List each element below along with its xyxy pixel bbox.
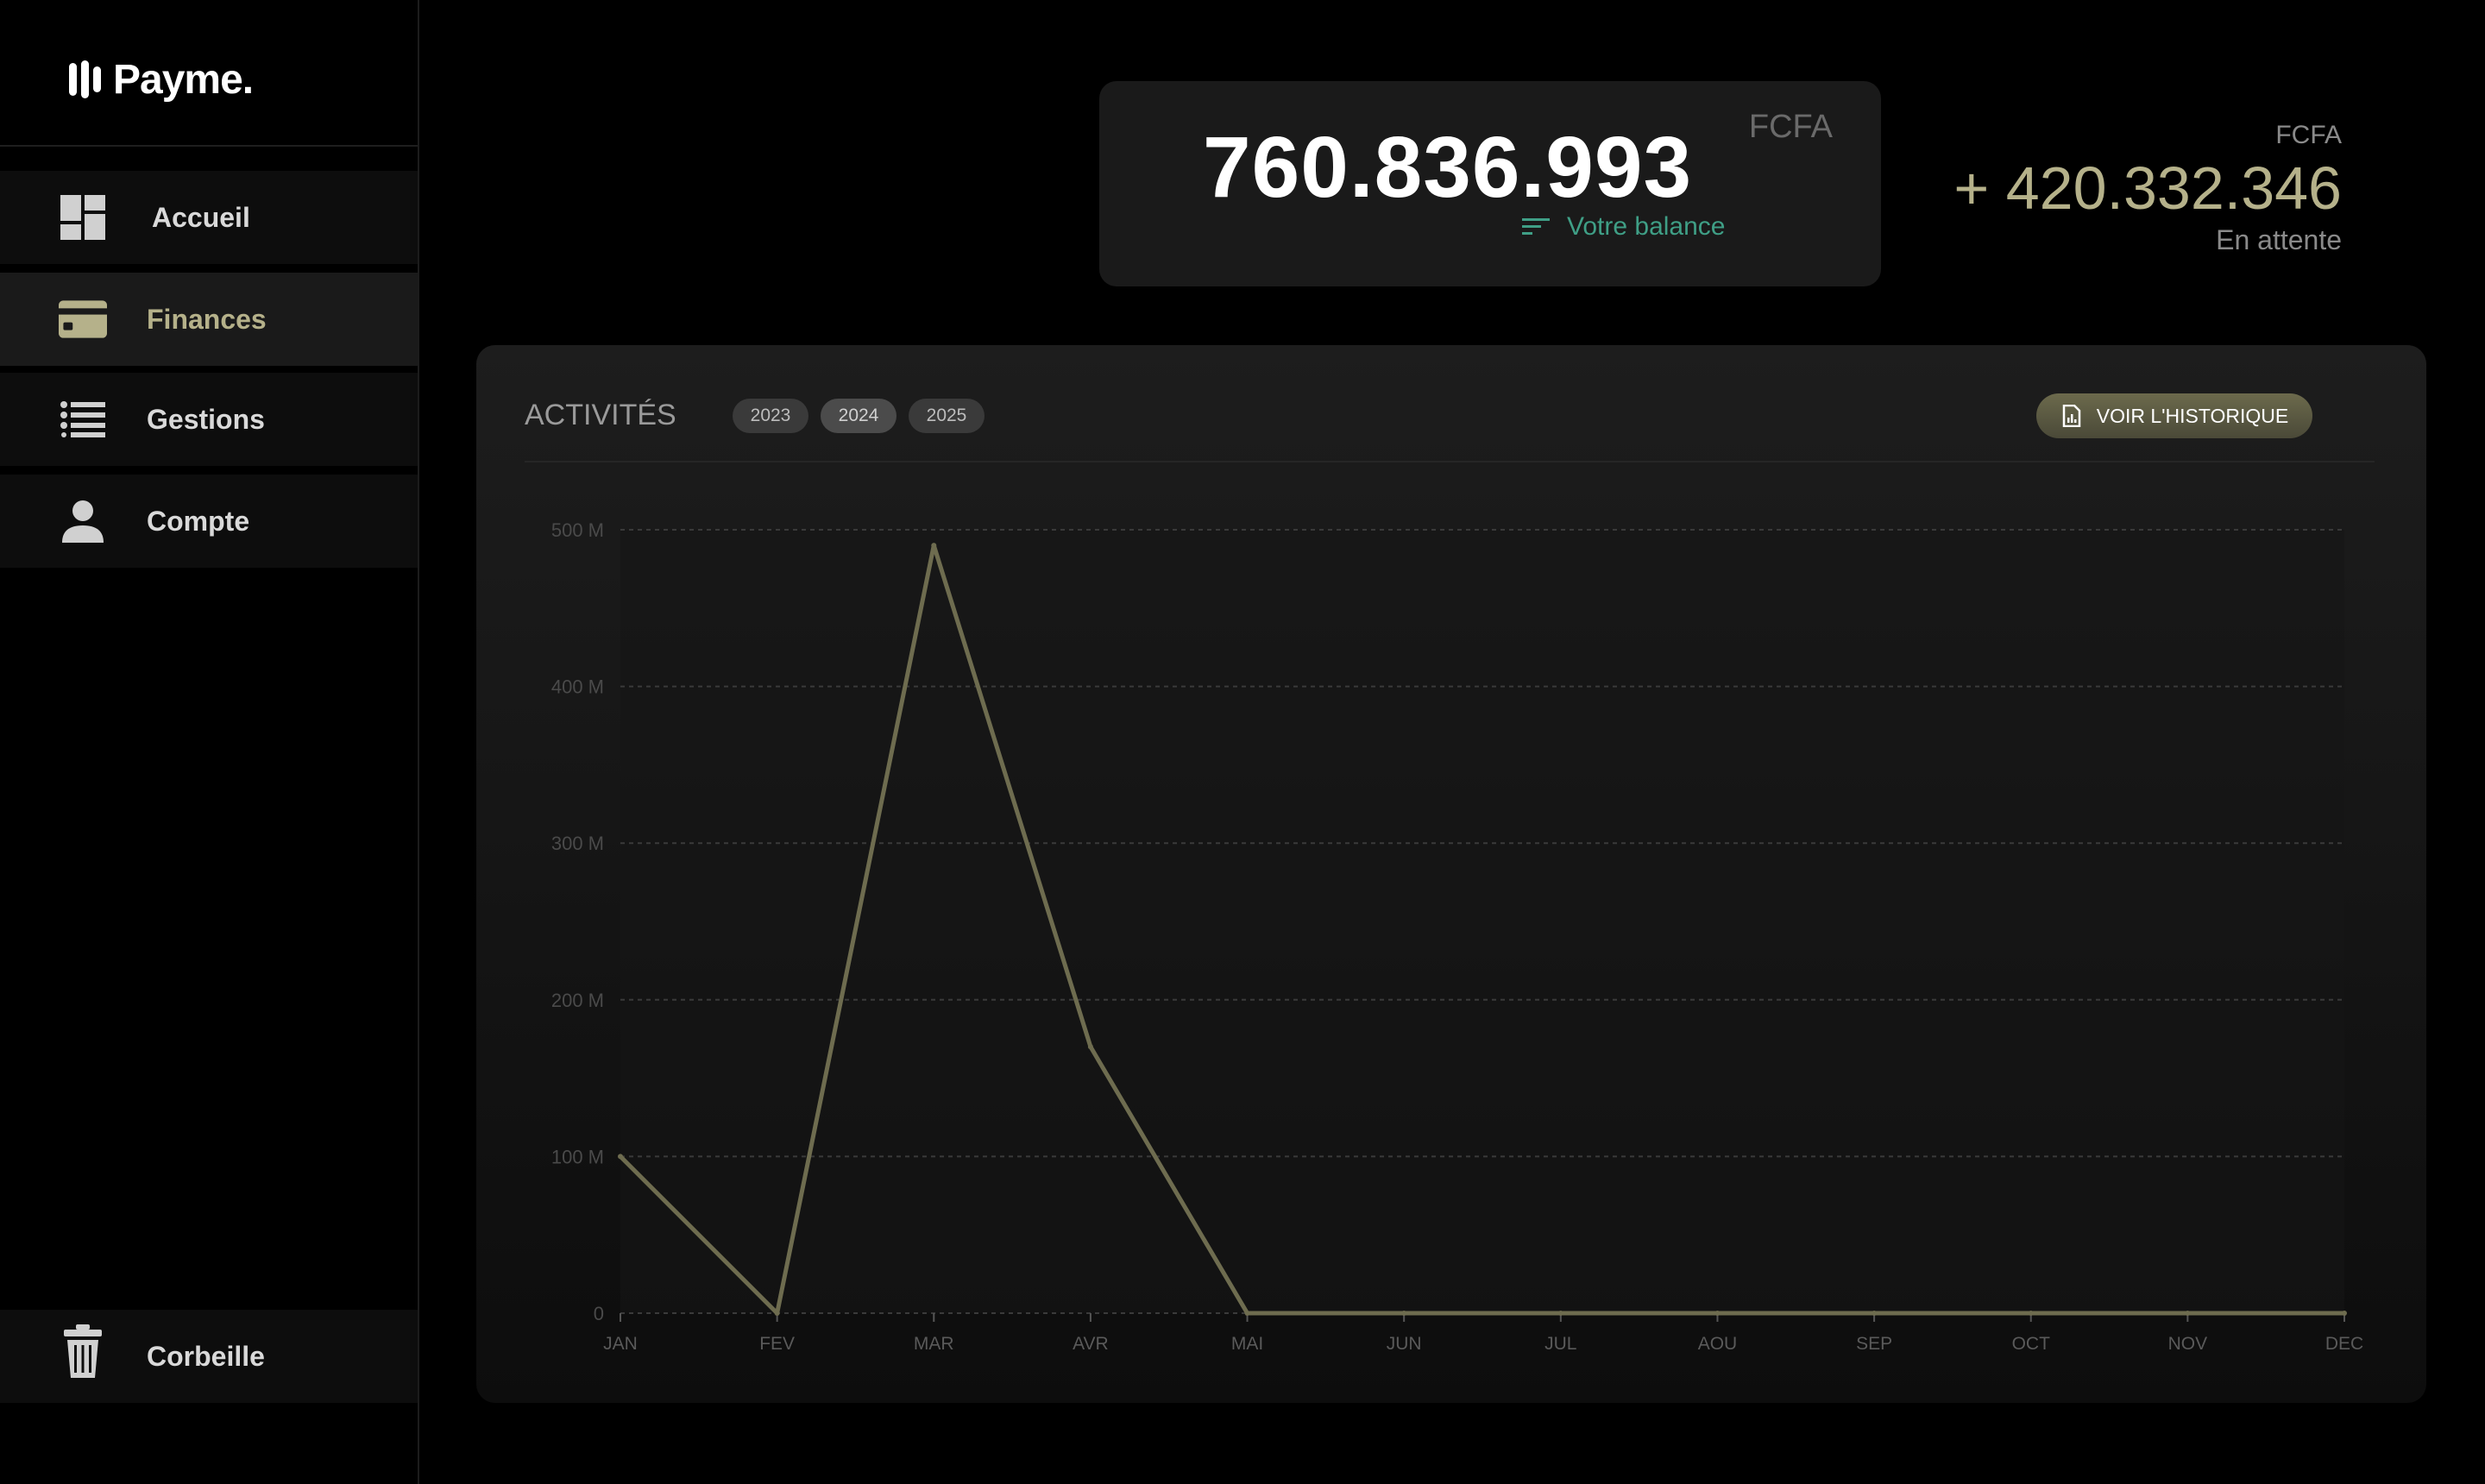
- trash-icon: [59, 1324, 107, 1378]
- x-tick-label: AVR: [1073, 1334, 1109, 1354]
- x-tick-label: DEC: [2325, 1334, 2363, 1354]
- sidebar-item-corbeille[interactable]: Corbeille: [0, 1310, 418, 1403]
- x-tick-label: JAN: [603, 1334, 638, 1354]
- balance-card: 760.836.993 FCFA Votre balance: [1099, 81, 1881, 286]
- y-tick-label: 500 M: [551, 519, 604, 541]
- x-tick-label: OCT: [2012, 1334, 2051, 1354]
- data-point: [931, 543, 937, 549]
- sidebar-item-label: Finances: [147, 303, 267, 335]
- y-tick-label: 200 M: [551, 990, 604, 1011]
- list-icon: [59, 397, 107, 442]
- data-point: [1557, 1311, 1563, 1316]
- x-tick-label: MAI: [1231, 1334, 1263, 1354]
- pending-currency: FCFA: [2275, 121, 2342, 149]
- sidebar-item-label: Compte: [147, 505, 250, 537]
- data-point: [618, 1154, 623, 1160]
- data-point: [1087, 1044, 1093, 1050]
- sidebar-item-label: Gestions: [147, 403, 265, 435]
- sidebar-item-accueil[interactable]: Accueil: [0, 171, 418, 264]
- sort-icon: [1522, 218, 1550, 235]
- logo-icon: [69, 60, 101, 98]
- y-tick-label: 400 M: [551, 676, 604, 698]
- data-point: [1244, 1311, 1250, 1316]
- user-icon: [59, 499, 107, 544]
- x-tick-label: NOV: [2168, 1334, 2208, 1354]
- activities-chart: 0 100 M 200 M 300 M 400 M 500 M JAN FEV MAR AVR MA…: [551, 519, 2363, 1354]
- x-tick-label: JUL: [1544, 1334, 1576, 1354]
- data-point: [2342, 1311, 2347, 1316]
- plot-area: [620, 530, 2344, 1313]
- card-icon: [59, 297, 107, 342]
- sidebar-divider: [0, 145, 418, 147]
- balance-label-text: Votre balance: [1567, 212, 1726, 241]
- data-point: [2028, 1311, 2034, 1316]
- x-tick-label: AOU: [1698, 1334, 1738, 1354]
- data-point: [2185, 1311, 2191, 1316]
- x-tick-label: JUN: [1387, 1334, 1422, 1354]
- x-tick-label: MAR: [914, 1334, 954, 1354]
- y-tick-label: 100 M: [551, 1146, 604, 1167]
- x-tick-label: FEV: [759, 1334, 795, 1354]
- dashboard-icon: [59, 195, 107, 240]
- sidebar-item-finances[interactable]: Finances: [0, 273, 418, 366]
- brand-name: Payme.: [113, 56, 254, 103]
- pending-summary: FCFA + 420.332.346 En attente: [1953, 121, 2342, 256]
- pending-amount: + 420.332.346: [1953, 154, 2342, 222]
- data-point: [1872, 1311, 1878, 1316]
- sidebar-item-gestions[interactable]: Gestions: [0, 373, 418, 466]
- balance-currency: FCFA: [1748, 109, 1833, 145]
- sidebar-item-label: Accueil: [152, 201, 250, 233]
- sidebar-item-compte[interactable]: Compte: [0, 475, 418, 568]
- sidebar-item-label: Corbeille: [147, 1340, 265, 1372]
- activities-panel: ACTIVITÉS 2023 2024 2025 VOIR L'HISTORIQ…: [476, 345, 2426, 1403]
- y-tick-label: 0: [594, 1303, 604, 1324]
- brand-logo[interactable]: Payme.: [69, 52, 254, 107]
- sidebar: Payme. Accueil Finances Gestions Compte …: [0, 0, 419, 1484]
- data-point: [1401, 1311, 1407, 1316]
- x-tick-label: SEP: [1856, 1334, 1892, 1354]
- balance-label: Votre balance: [1522, 212, 1725, 242]
- pending-label: En attente: [2216, 224, 2342, 255]
- balance-amount: 760.836.993: [1203, 119, 1693, 216]
- data-point: [774, 1311, 780, 1316]
- data-point: [1714, 1311, 1721, 1316]
- y-tick-label: 300 M: [551, 833, 604, 854]
